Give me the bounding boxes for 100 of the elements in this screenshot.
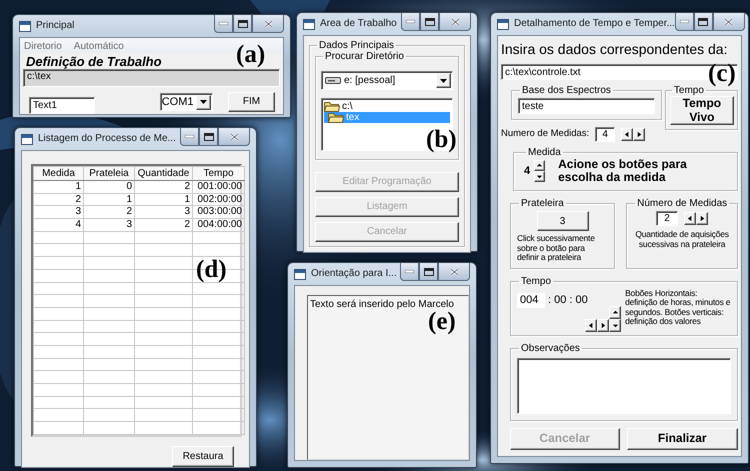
column-header[interactable]: Tempo — [192, 166, 244, 180]
table-cell: 001:00:00 — [192, 180, 244, 194]
minimize-button[interactable] — [674, 13, 694, 31]
hours-field[interactable]: 004 — [517, 292, 545, 308]
triangle-right-icon — [698, 215, 706, 222]
annotation-label: (d) — [196, 257, 227, 282]
column-header[interactable]: Medida — [34, 166, 84, 180]
maximize-button[interactable] — [199, 128, 218, 146]
right-arrow-button[interactable] — [633, 128, 646, 141]
count-field[interactable]: 4 — [595, 127, 616, 142]
maximize-icon — [238, 20, 248, 28]
table-cell: 2 — [84, 206, 134, 219]
count-field[interactable]: 2 — [656, 211, 678, 226]
field-label: Numero de Medidas: — [501, 129, 590, 140]
maximize-button[interactable] — [419, 263, 438, 281]
table-cell: 1 — [34, 180, 84, 194]
notes-field[interactable] — [517, 358, 731, 414]
maximize-button[interactable] — [420, 13, 439, 31]
shelf-button[interactable]: 3 — [536, 211, 589, 232]
maximize-button[interactable] — [694, 13, 713, 31]
up-arrow-button[interactable] — [534, 160, 546, 172]
text-input[interactable]: teste — [518, 98, 655, 114]
annotation-label: (e) — [428, 309, 456, 334]
folder-item[interactable]: c:\ — [324, 101, 450, 112]
window-title: Listagem do Processo de Me... — [38, 133, 177, 144]
menu-item[interactable]: Automático — [74, 41, 124, 52]
triangle-right-icon — [600, 322, 607, 329]
close-button[interactable] — [439, 13, 471, 31]
table-cell: 1 — [134, 193, 192, 206]
annotation-label: (a) — [236, 42, 266, 67]
triangle-right-icon — [636, 131, 643, 138]
maximize-icon — [424, 268, 434, 276]
menu-item[interactable]: Diretorio — [24, 41, 62, 52]
maximize-button[interactable] — [233, 15, 252, 33]
dropdown-arrow-icon — [440, 78, 447, 82]
help-text: Click sucessivamente sobre o botão para definir a prateleira — [517, 234, 596, 263]
triangle-up-icon — [536, 162, 544, 170]
table-cell: 3 — [34, 206, 84, 219]
close-icon — [264, 20, 272, 28]
close-icon — [450, 18, 460, 26]
left-arrow-button[interactable] — [621, 128, 634, 141]
drive-dropdown[interactable]: e: [pessoal] — [321, 71, 453, 90]
minimize-button[interactable] — [180, 128, 199, 146]
table-cell: 1 — [84, 193, 134, 206]
close-button[interactable] — [218, 128, 250, 146]
text-input[interactable]: Text1 — [29, 97, 95, 114]
down-arrow-button[interactable] — [609, 318, 622, 332]
dropdown-button[interactable] — [436, 73, 451, 88]
folder-icon — [328, 112, 344, 123]
minimize-button[interactable] — [214, 15, 233, 33]
dropdown-arrow-icon — [200, 100, 208, 104]
table-cell: 003:00:00 — [192, 206, 244, 219]
close-icon — [450, 268, 458, 276]
window-icon — [303, 19, 315, 30]
table-cell: 004:00:00 — [192, 218, 244, 232]
left-arrow-button[interactable] — [585, 318, 598, 332]
table-cell: 002:00:00 — [192, 193, 244, 206]
column-header[interactable]: Quantidade — [134, 166, 192, 180]
tempo-vivo-button[interactable]: Tempo Vivo — [670, 96, 734, 125]
minimize-button[interactable] — [401, 13, 420, 31]
annotation-label: (b) — [426, 127, 457, 152]
right-arrow-button[interactable] — [597, 318, 610, 332]
form-heading: Insira os dados correspondentes da: — [501, 41, 728, 58]
close-icon — [724, 18, 734, 26]
minimize-button[interactable] — [400, 263, 419, 281]
window-title: Orientação para I... — [311, 268, 398, 279]
minimize-icon — [219, 22, 228, 25]
folder-icon — [324, 101, 340, 112]
window-title: Area de Trabalho — [320, 18, 398, 29]
triangle-left-icon — [588, 322, 595, 329]
minimize-icon — [406, 20, 415, 23]
table-cell: 3 — [84, 218, 134, 232]
up-arrow-button[interactable] — [609, 306, 622, 319]
down-arrow-button[interactable] — [534, 171, 546, 182]
window-title: Detalhamento de Tempo e Temper... — [514, 18, 675, 29]
group-label: Base dos Espectros — [521, 85, 612, 96]
group-label: Observações — [520, 342, 581, 354]
close-button[interactable] — [252, 15, 284, 33]
right-arrow-button[interactable] — [696, 212, 708, 226]
action-button[interactable]: Finalizar — [626, 428, 738, 450]
triangle-down-icon — [612, 322, 619, 329]
port-dropdown[interactable]: COM1 — [160, 93, 214, 111]
maximize-icon — [424, 18, 434, 26]
path-field[interactable]: c:\tex — [23, 69, 280, 87]
table-cell: 2 — [134, 180, 192, 194]
close-button[interactable] — [712, 13, 745, 31]
table-cell: 2 — [134, 218, 192, 232]
fim-button[interactable]: FIM — [228, 92, 275, 112]
close-button[interactable] — [438, 263, 470, 281]
window-icon — [21, 134, 33, 145]
restaura-button[interactable]: Restaura — [172, 446, 234, 467]
column-header[interactable]: Prateleia — [84, 166, 134, 180]
left-arrow-button[interactable] — [684, 212, 696, 226]
dropdown-button[interactable] — [196, 94, 212, 110]
table-cell: 0 — [84, 180, 134, 194]
group-label: Prateleira — [520, 198, 565, 210]
triangle-left-icon — [686, 215, 694, 222]
maximize-icon — [204, 132, 214, 140]
help-text: Quantidade de aquisições sucessivas na prateleira — [634, 230, 730, 250]
table-cell: 2 — [34, 193, 84, 206]
